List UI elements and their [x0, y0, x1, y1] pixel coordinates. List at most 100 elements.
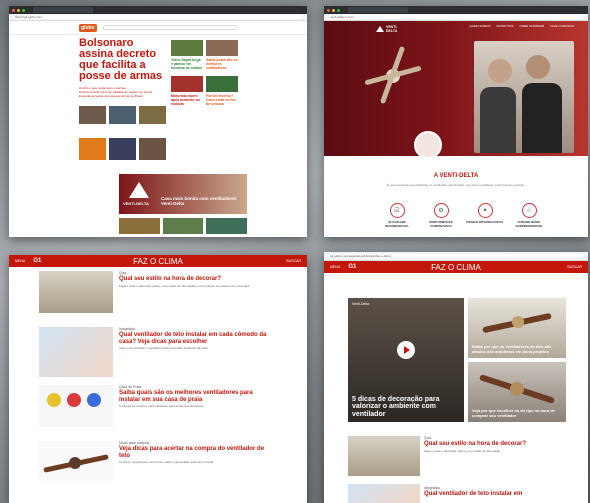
globo-logo[interactable]: globo [79, 23, 97, 32]
section-subtitle: É uma empresa especializada em ventilaçã… [387, 183, 525, 187]
address-bar: https://g1.globo.com [9, 14, 307, 21]
hero-ceiling-fan [364, 39, 424, 129]
feature-quality: ☑ QUALIDADE INCOMPARÁVEL [376, 203, 418, 228]
main-video-tile[interactable]: Venti-Delta 5 dicas de decoração para va… [348, 298, 464, 422]
feed-summary: Faça o teste e descubra qual é o seu est… [424, 448, 502, 453]
feed-title[interactable]: Qual seu estilo na hora de decorar? [119, 276, 269, 283]
feed-summary: Conforto, segurança e economia: saiba o … [119, 460, 215, 464]
feed-item[interactable]: Casa de Praia Saiba quais são os melhore… [39, 385, 279, 435]
side-tile[interactable]: Veja por que escolher os do tipo na hora… [468, 362, 566, 422]
news-thumbnail[interactable] [206, 76, 238, 92]
minimize-dot-icon[interactable] [17, 8, 20, 12]
g1-header: MENU G1 FAZ O CLIMA BUSCAR [324, 261, 588, 273]
news-thumbnail[interactable] [109, 106, 136, 124]
minimize-dot-icon[interactable] [332, 8, 335, 12]
maximize-dot-icon[interactable] [22, 8, 25, 12]
gears-icon: ⚙ [433, 203, 449, 218]
nav-item[interactable]: PRODUTOS [497, 24, 514, 28]
news-thumbnail[interactable] [171, 40, 203, 56]
address-bar: g1.globo.com/especial-publicitario/faz-o… [324, 252, 588, 261]
feed-kicker: Casa de Praia [119, 385, 142, 389]
feed-text: Infográfico Qual ventilador de teto inst… [424, 486, 564, 498]
news-thumbnail[interactable] [119, 218, 160, 234]
search-button[interactable]: BUSCAR [567, 265, 582, 269]
news-link[interactable]: Saiba quais são os melhores ventiladores [206, 58, 238, 70]
hero-badge [414, 131, 442, 159]
feature-label: QUALIDADE INCOMPARÁVEL [384, 220, 410, 228]
url-field[interactable]: https://g1.globo.com [13, 15, 303, 19]
venti-delta-ad-banner[interactable]: VENTI-DELTA Casa mais bonita com ventila… [119, 174, 247, 214]
feed-image [39, 271, 113, 313]
close-dot-icon[interactable] [327, 8, 330, 12]
address-bar: venti-delta.com.br [324, 14, 588, 21]
feed-kicker: Infográfico [424, 486, 441, 490]
search-button[interactable]: BUSCAR [286, 259, 301, 263]
bulb-icon: ✦ [477, 203, 493, 218]
g1-faz-o-clima-landing-screenshot: g1.globo.com/especial-publicitario/faz-o… [324, 252, 588, 503]
news-thumbnail[interactable] [79, 106, 106, 124]
url-field[interactable]: g1.globo.com/especial-publicitario/faz-o… [328, 254, 584, 258]
venti-delta-site-screenshot: venti-delta.com.br VENTI-DELTA QUEM SOMO… [324, 6, 588, 237]
main-news-column: Bolsonaro assina decreto que facilita a … [79, 38, 167, 160]
news-thumbnail[interactable] [206, 40, 238, 56]
feed-image[interactable] [348, 484, 420, 503]
feed-summary: Faça o teste e descubra qual é o seu est… [119, 283, 250, 288]
feature-label: DESIGN INTERNACIONAL [466, 220, 504, 224]
globo-portal-screenshot: https://g1.globo.com globo Bolsonaro ass… [9, 6, 307, 237]
news-thumbnail[interactable] [139, 138, 166, 160]
nav-item[interactable]: ONDE COMPRAR [519, 24, 544, 28]
related-link[interactable]: Entenda as regras da posse de armas no B… [79, 94, 167, 98]
browser-tab[interactable] [348, 7, 408, 13]
g1-faz-o-clima-list-screenshot: MENU G1 FAZ O CLIMA BUSCAR Quiz Qual seu… [9, 255, 307, 503]
feed-title[interactable]: Veja dicas para acertar na compra do ven… [119, 446, 269, 459]
feed-summary: Veja como escolher o ventilador ideal pa… [119, 346, 209, 350]
hero-couple-photo [474, 41, 574, 153]
feed-item[interactable]: Infográfico Qual ventilador de teto inst… [39, 327, 279, 381]
feed-text: Quiz Qual seu estilo na hora de decorar?… [424, 436, 564, 453]
main-tile-title: 5 dicas de decoração para valorizar o am… [352, 395, 440, 418]
news-thumbnail[interactable] [109, 138, 136, 160]
feature-label: DURABILIDADE SURPREENDENTE [515, 220, 543, 228]
nav-item[interactable]: FALE CONOSCO [550, 24, 574, 28]
news-thumbnail[interactable] [171, 76, 203, 92]
feature-design: ✦ DESIGN INTERNACIONAL [464, 203, 506, 225]
award-icon: ☑ [389, 203, 405, 218]
feed-item[interactable]: Dicas para comprar Veja dicas para acert… [39, 441, 279, 491]
news-thumbnail[interactable] [139, 106, 166, 124]
news-link[interactable]: Fim do inverno? Calor volta no fim de se… [206, 94, 238, 106]
news-thumbnail[interactable] [162, 218, 204, 234]
side-tile-title: Saiba por que os ventiladores de teto sã… [472, 344, 552, 354]
ad-tagline: Casa mais bonita com ventiladores Venti-… [161, 196, 237, 206]
feed-summary: Conheça os modelos mais indicados para a… [119, 404, 205, 408]
main-headline[interactable]: Bolsonaro assina decreto que facilita a … [79, 38, 167, 82]
news-thumbnail[interactable] [79, 138, 106, 160]
feed-kicker: Infográfico [119, 327, 136, 331]
star-icon: ☆ [521, 203, 537, 218]
nav-item[interactable]: QUEM SOMOS [470, 24, 491, 28]
search-input[interactable] [102, 25, 237, 30]
feed-item[interactable]: Quiz Qual seu estilo na hora de decorar?… [39, 271, 279, 321]
feed-image [39, 327, 113, 377]
side-tile[interactable]: Saiba por que os ventiladores de teto sã… [468, 298, 566, 358]
close-dot-icon[interactable] [12, 8, 15, 12]
news-link[interactable]: Vídeo flagra briga e pânico em terminal … [171, 58, 203, 70]
play-icon[interactable] [397, 341, 415, 360]
g1-header: MENU G1 FAZ O CLIMA BUSCAR [9, 255, 307, 267]
browser-tabbar [324, 6, 588, 14]
feed-title[interactable]: Saiba quais são os melhores ventiladores… [119, 390, 269, 403]
news-thumbnail[interactable] [206, 218, 248, 234]
feed-title[interactable]: Qual ventilador de teto instalar em cada… [119, 332, 269, 345]
feed-title[interactable]: Qual ventilador de teto instalar em [424, 491, 564, 498]
maximize-dot-icon[interactable] [337, 8, 340, 12]
tile-kicker: Venti-Delta [352, 302, 370, 306]
browser-tabbar [9, 6, 307, 14]
hero-banner: VENTI-DELTA [324, 21, 588, 159]
url-field[interactable]: venti-delta.com.br [328, 15, 584, 19]
feed-kicker: Quiz [424, 436, 432, 440]
feature-label: PERFORMANCE COMPROVADA [429, 220, 453, 228]
feed-title[interactable]: Qual seu estilo na hora de decorar? [424, 441, 564, 448]
browser-tab[interactable] [33, 7, 93, 13]
feed-image[interactable] [348, 436, 420, 476]
section-title: A VENTI-DELTA [433, 173, 479, 179]
news-link[interactable]: Motorista morre após acidente em rodovia [171, 94, 203, 106]
